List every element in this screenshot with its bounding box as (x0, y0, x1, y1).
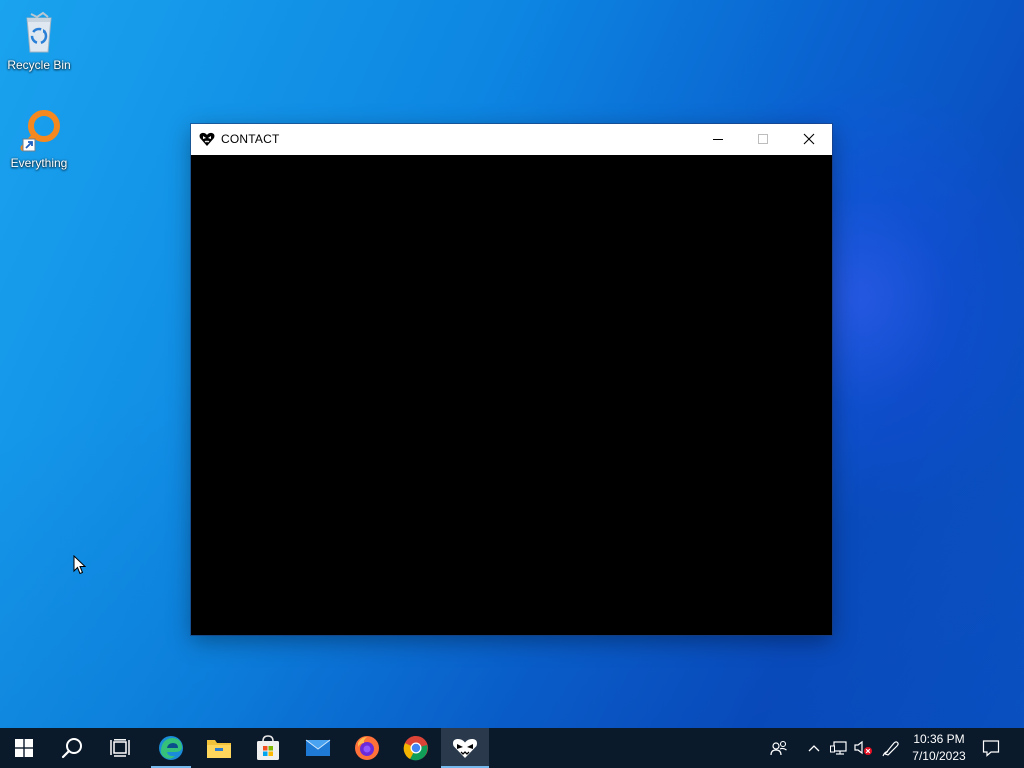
heart-skull-icon (452, 738, 478, 758)
network-icon (830, 741, 847, 755)
pen-icon (882, 741, 899, 757)
taskbar-contact[interactable] (441, 728, 489, 768)
taskbar-store[interactable] (244, 728, 292, 768)
show-hidden-icons-button[interactable] (805, 728, 823, 768)
taskbar-chrome[interactable] (392, 728, 440, 768)
action-center-icon (982, 740, 1000, 757)
clock-date: 7/10/2023 (912, 749, 966, 763)
contact-window[interactable]: CONTACT (191, 124, 832, 635)
window-titlebar[interactable]: CONTACT (191, 124, 832, 155)
taskbar-file-explorer[interactable] (195, 728, 243, 768)
start-button[interactable] (0, 728, 48, 768)
chevron-up-icon (808, 745, 820, 752)
mail-icon (305, 739, 331, 756)
window-title: CONTACT (221, 132, 280, 146)
clock-time: 10:36 PM (913, 732, 965, 746)
task-view-icon (110, 739, 130, 757)
edge-icon (159, 736, 183, 760)
taskbar-firefox[interactable] (343, 728, 391, 768)
store-icon (257, 735, 279, 760)
maximize-button[interactable] (740, 124, 786, 154)
maximize-icon (758, 134, 768, 144)
folder-icon (207, 740, 231, 758)
chrome-icon (403, 735, 428, 761)
pen-workspace-button[interactable] (880, 728, 902, 768)
taskbar: 10:36 PM 7/10/2023 (0, 728, 1024, 768)
clock-button[interactable]: 10:36 PM 7/10/2023 (906, 731, 972, 765)
search-icon (61, 738, 82, 759)
windows-logo-icon (15, 739, 33, 757)
window-content[interactable] (192, 155, 831, 634)
taskbar-edge[interactable] (147, 728, 195, 768)
notifications-button[interactable] (978, 728, 1004, 768)
mouse-cursor-icon (73, 554, 87, 575)
desktop-icon-label: Everything (10, 156, 68, 170)
firefox-icon (355, 736, 379, 760)
desktop-icon-everything[interactable]: Everything (1, 106, 77, 170)
recycle-bin-icon (15, 8, 63, 56)
taskbar-mail[interactable] (294, 728, 342, 768)
minimize-button[interactable] (695, 124, 741, 154)
task-view-button[interactable] (96, 728, 144, 768)
desktop-icon-label: Recycle Bin (7, 58, 71, 72)
search-button[interactable] (48, 728, 96, 768)
people-icon (770, 740, 787, 756)
close-icon (803, 133, 815, 145)
people-button[interactable] (767, 728, 791, 768)
volume-muted-icon (854, 740, 872, 755)
close-button[interactable] (786, 124, 832, 154)
heart-skull-icon (199, 131, 215, 147)
everything-search-icon (15, 106, 63, 154)
desktop-icon-recycle-bin[interactable]: Recycle Bin (1, 8, 77, 72)
network-button[interactable] (829, 728, 849, 768)
desktop: Recycle Bin Everything CONTACT (0, 0, 1024, 728)
volume-button[interactable] (852, 728, 874, 768)
minimize-icon (713, 139, 723, 140)
